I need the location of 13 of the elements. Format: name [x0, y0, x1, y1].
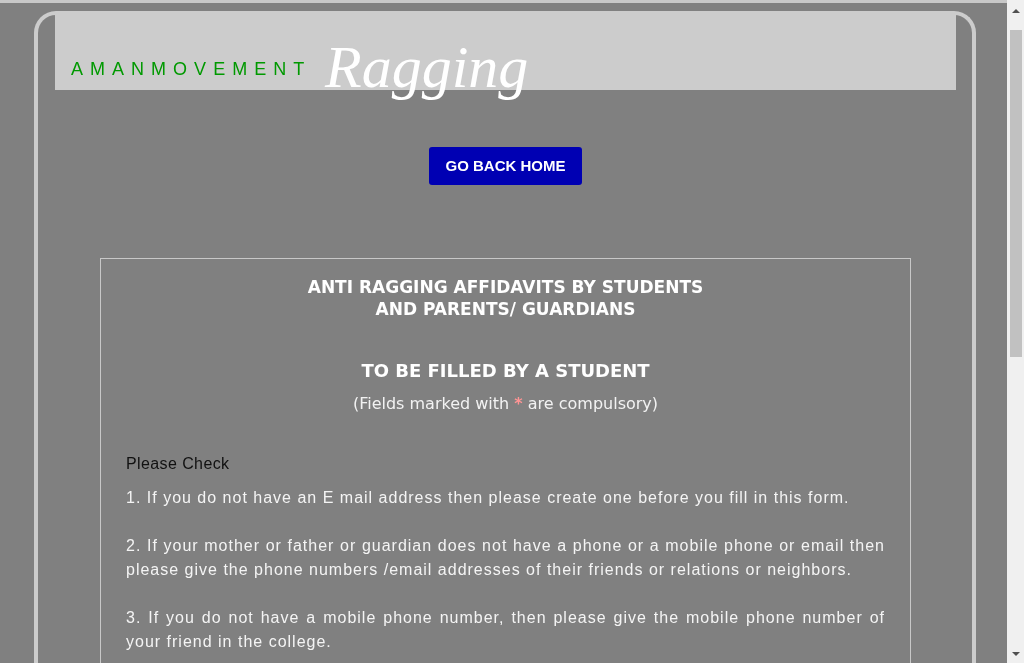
- instructions-heading: Please Check: [126, 454, 230, 474]
- scroll-down-arrow-icon[interactable]: [1011, 652, 1020, 656]
- brand-name: AMANMOVEMENT: [71, 58, 312, 80]
- vertical-scrollbar[interactable]: [1007, 0, 1024, 663]
- form-title: ANTI RAGGING AFFIDAVITS BY STUDENTS AND PARENTS/ GUARDIANS: [307, 276, 704, 320]
- scrollbar-thumb[interactable]: [1009, 30, 1022, 357]
- instruction-item: 3. If you do not have a mobile phone number, then please give the mobile phone number of your friend in the college.: [126, 608, 885, 652]
- scroll-up-arrow-icon[interactable]: [1011, 9, 1020, 13]
- form-subtitle: TO BE FILLED BY A STUDENT: [361, 359, 650, 383]
- instruction-item: 1. If you do not have an E mail address then please create one before you fill in this form.: [126, 488, 851, 508]
- instruction-item: 2. If your mother or father or guardian does not have a phone or a mobile phone or email then please give the phone numbers /email addresses of their friends or relations or neighbors.: [126, 536, 885, 580]
- home-button[interactable]: GO BACK HOME: [429, 147, 582, 185]
- required-fields-note: (Fields marked with * are compulsory): [352, 393, 659, 415]
